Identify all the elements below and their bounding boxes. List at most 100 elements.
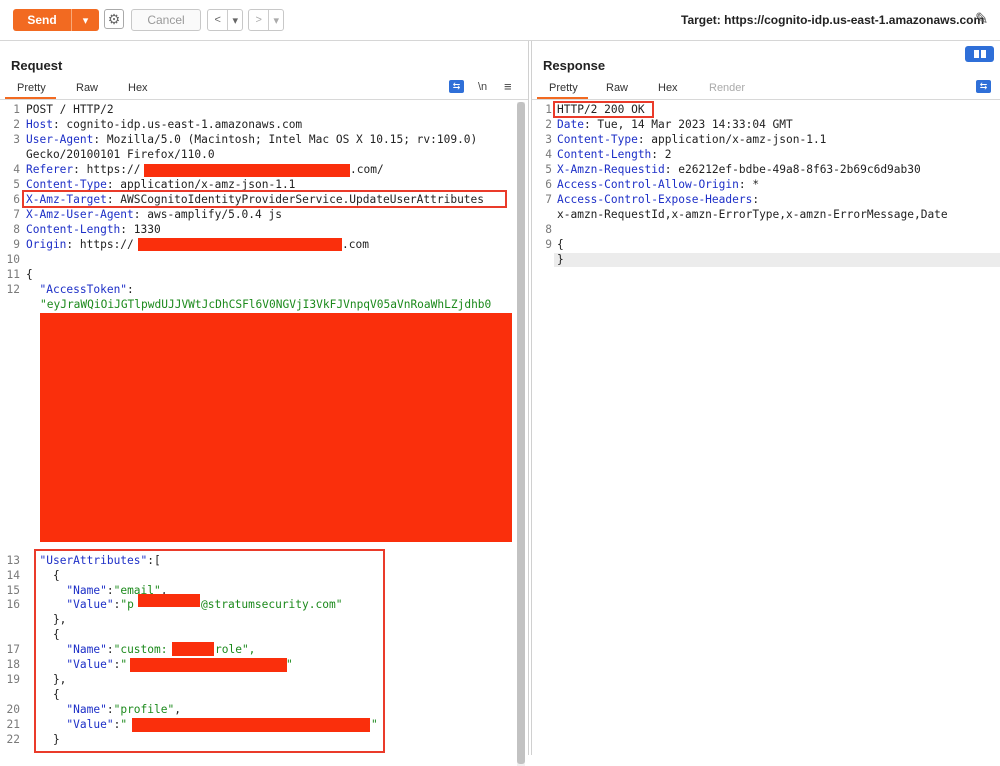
cancel-button[interactable]: Cancel <box>131 9 201 31</box>
request-line-11: { <box>26 268 33 281</box>
line-number: 8 <box>13 223 20 236</box>
send-button[interactable]: Send <box>13 9 71 31</box>
response-line-7: x-amzn-RequestId,x-amzn-ErrorType,x-amzn… <box>557 208 948 221</box>
target-url: Target: https://cognito-idp.us-east-1.am… <box>681 13 985 27</box>
request-title: Request <box>11 58 63 73</box>
top-toolbar: Send ▾ ⚙ Cancel < ▾ > ▾ Target: https://… <box>0 0 1000 41</box>
highlight-status-line <box>553 101 654 118</box>
back-dropdown-button[interactable]: ▾ <box>227 10 242 30</box>
response-title: Response <box>543 58 606 73</box>
line-number: 18 <box>6 658 20 671</box>
response-line-4: X-Amzn-Requestid: e26212ef-bdbe-49a8-8f6… <box>557 163 921 176</box>
line-number: 9 <box>13 238 20 251</box>
settings-button[interactable]: ⚙ <box>104 9 124 29</box>
line-number: 6 <box>13 193 20 206</box>
send-dropdown-button[interactable]: ▾ <box>71 9 99 31</box>
redacted-access-token <box>40 313 512 542</box>
redacted-origin <box>138 238 342 251</box>
response-editor[interactable]: 1 HTTP/2 200 OK 2 Date: Tue, 14 Mar 2023 14… <box>532 101 1000 755</box>
line-number: 17 <box>6 643 20 656</box>
line-number: 20 <box>6 703 20 716</box>
request-line-8: Content-Length: 1330 <box>26 223 161 236</box>
request-editor[interactable]: 1 POST / HTTP/2 2 Host: cognito-idp.us-east… <box>0 101 528 755</box>
line-number: 22 <box>6 733 20 746</box>
word-wrap-icon[interactable]: ⇆ <box>976 80 991 93</box>
response-line-5: Access-Control-Allow-Origin: * <box>557 178 759 191</box>
send-button-group: Send ▾ <box>13 9 99 31</box>
line-number: 8 <box>545 223 552 236</box>
line-number: 19 <box>6 673 20 686</box>
request-line-0: POST / HTTP/2 <box>26 103 114 116</box>
tab-pretty[interactable]: Pretty <box>537 82 588 99</box>
response-line-6: Access-Control-Expose-Headers: <box>557 193 759 206</box>
origin-suffix: .com <box>342 238 369 251</box>
line-number: 11 <box>6 268 20 281</box>
header-key: Content-Type <box>557 133 638 146</box>
chevron-down-icon: ▾ <box>82 14 89 27</box>
line-text: { <box>26 268 33 281</box>
line-text: : Mozilla/5.0 (Macintosh; Intel Mac OS X… <box>93 133 478 146</box>
request-tabs: Pretty Raw Hex ⇆ \n ≡ <box>0 79 528 100</box>
header-key: Content-Length <box>557 148 652 161</box>
response-line-3: Content-Length: 2 <box>557 148 672 161</box>
line-number: 14 <box>6 569 20 582</box>
forward-dropdown-button[interactable]: ▾ <box>268 10 283 30</box>
back-button[interactable]: < <box>208 10 227 30</box>
request-line-2: User-Agent: Mozilla/5.0 (Macintosh; Inte… <box>26 133 477 146</box>
line-number: 4 <box>545 148 552 161</box>
redacted-referer <box>144 164 350 177</box>
line-number: 7 <box>13 208 20 221</box>
tab-hex[interactable]: Hex <box>128 82 148 94</box>
header-key: Access-Control-Expose-Headers <box>557 193 753 206</box>
highlight-user-attributes <box>34 549 385 753</box>
line-text: x-amzn-RequestId,x-amzn-ErrorType,x-amzn… <box>557 208 948 221</box>
pencil-icon: ✎ <box>975 11 989 28</box>
layout-toggle[interactable] <box>965 46 994 62</box>
line-text: POST / HTTP/2 <box>26 103 114 116</box>
newline-toggle[interactable]: \n <box>478 81 487 93</box>
access-token-value: "eyJraWQiOiJGTlpwdUJJVWtJcDhCSFl6V0NGVjI… <box>40 298 492 311</box>
line-number: 9 <box>545 238 552 251</box>
tab-render[interactable]: Render <box>709 82 745 94</box>
header-key: Referer <box>26 163 74 176</box>
request-line-1: Host: cognito-idp.us-east-1.amazonaws.co… <box>26 118 302 131</box>
response-pane: Response Pretty Raw Hex Render ⇆ 1 HTTP/2… <box>531 41 1000 755</box>
line-number: 1 <box>13 103 20 116</box>
response-line-1: Date: Tue, 14 Mar 2023 14:33:04 GMT <box>557 118 793 131</box>
word-wrap-icon[interactable]: ⇆ <box>449 80 464 93</box>
line-number: 5 <box>545 163 552 176</box>
header-key: Access-Control-Allow-Origin <box>557 178 739 191</box>
line-number: 4 <box>13 163 20 176</box>
request-line-9: Origin: https:// <box>26 238 134 251</box>
line-number: 13 <box>6 554 20 567</box>
tab-raw[interactable]: Raw <box>606 82 628 94</box>
line-number: 16 <box>6 598 20 611</box>
forward-button[interactable]: > <box>249 10 268 30</box>
request-scrollbar[interactable] <box>517 102 525 766</box>
menu-icon[interactable]: ≡ <box>504 79 512 94</box>
edit-target-button[interactable]: ✎ <box>975 9 988 29</box>
response-line-2: Content-Type: application/x-amz-json-1.1 <box>557 133 826 146</box>
request-line-3: Gecko/20100101 Firefox/110.0 <box>26 148 215 161</box>
line-text: : Tue, 14 Mar 2023 14:33:04 GMT <box>583 118 793 131</box>
line-text: : e26212ef-bdbe-49a8-8f63-2b69c6d9ab30 <box>664 163 921 176</box>
line-number: 2 <box>545 118 552 131</box>
request-line-12: "AccessToken": <box>26 283 133 296</box>
line-number: 2 <box>13 118 20 131</box>
line-number: 15 <box>6 584 20 597</box>
response-tabs: Pretty Raw Hex Render ⇆ <box>532 79 1000 100</box>
request-scrollbar-thumb[interactable] <box>517 102 525 764</box>
history-forward-group: > ▾ <box>248 9 284 31</box>
line-text: : https:// <box>73 163 141 176</box>
line-text: : 2 <box>651 148 672 161</box>
response-line-9: { <box>557 238 564 251</box>
tab-pretty[interactable]: Pretty <box>5 82 56 99</box>
request-line-4: Referer: https:// <box>26 163 141 176</box>
header-key: Host <box>26 118 53 131</box>
tab-raw[interactable]: Raw <box>76 82 98 94</box>
line-number: 6 <box>545 178 552 191</box>
response-line-10: } <box>557 253 564 266</box>
referer-suffix: .com/ <box>350 163 384 176</box>
tab-hex[interactable]: Hex <box>658 82 678 94</box>
line-text: : <box>752 193 760 206</box>
